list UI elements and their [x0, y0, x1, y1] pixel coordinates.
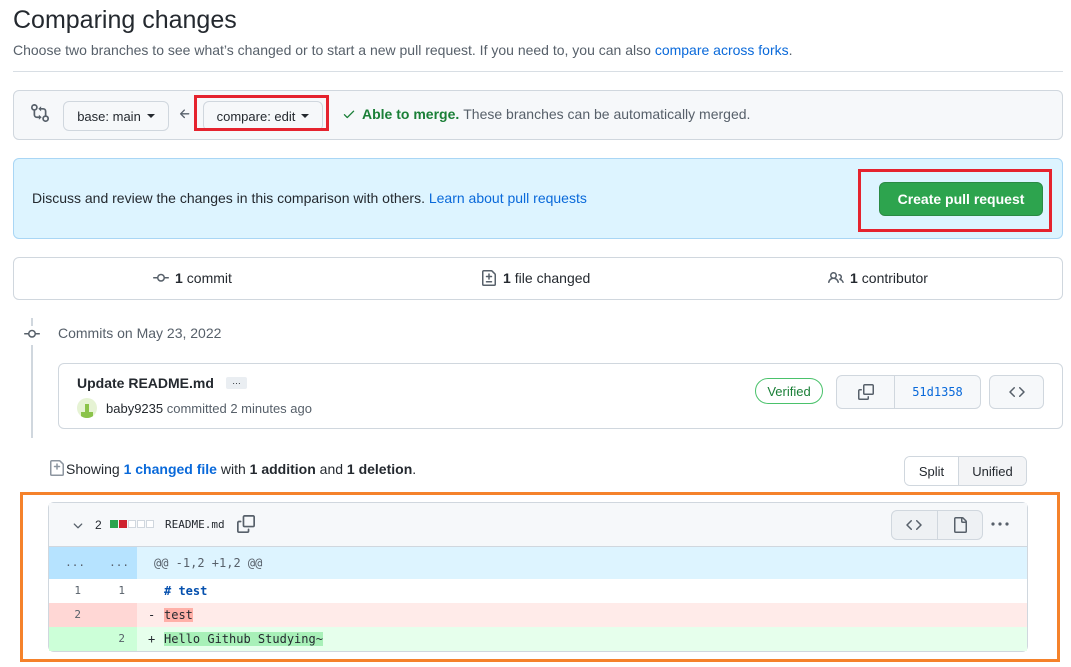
contributors-count: 1 — [850, 270, 858, 286]
page-subtitle: Choose two branches to see what’s change… — [13, 42, 793, 58]
commits-date-heading: Commits on May 23, 2022 — [58, 325, 222, 341]
caret-down-icon — [146, 114, 155, 118]
commit-title-link[interactable]: Update README.md — [77, 375, 214, 391]
learn-about-pull-requests-link[interactable]: Learn about pull requests — [429, 190, 587, 206]
merge-description: These branches can be automatically merg… — [463, 106, 751, 122]
commit-time: committed 2 minutes ago — [166, 401, 312, 416]
compare-across-forks-link[interactable]: compare across forks — [655, 42, 789, 58]
page-title: Comparing changes — [13, 6, 237, 34]
people-icon — [828, 271, 844, 284]
showing-with: with — [216, 461, 250, 477]
showing-and: and — [315, 461, 347, 477]
browse-repository-button[interactable] — [989, 375, 1044, 409]
arrow-left-icon — [178, 107, 192, 124]
avatar[interactable] — [77, 398, 97, 418]
split-view-button[interactable]: Split — [905, 457, 959, 485]
copy-sha-button[interactable] — [837, 376, 895, 408]
git-commit-icon — [24, 326, 40, 345]
header-divider — [13, 71, 1063, 72]
file-diff-icon — [482, 270, 496, 286]
commit-sha-group: 51d1358 — [836, 375, 981, 409]
deletions-count: 1 deletion — [346, 461, 413, 477]
diff-view-toggle: Split Unified — [904, 456, 1027, 486]
summary-contributors-tab[interactable]: 1 contributor — [828, 270, 928, 286]
merge-ok-label: Able to merge. — [362, 106, 460, 122]
subtitle-period: . — [788, 42, 793, 58]
git-commit-icon — [153, 273, 169, 282]
contributors-label: contributor — [861, 270, 928, 286]
create-pr-highlight-box — [858, 169, 1052, 232]
showing-prefix: Showing — [66, 461, 124, 477]
commit-author-link[interactable]: baby9235 — [106, 401, 163, 416]
copy-icon — [857, 384, 874, 400]
compare-highlight-box — [194, 95, 329, 131]
showing-suffix: . — [412, 461, 417, 477]
subtitle-text: Choose two branches to see what’s change… — [13, 42, 655, 58]
commits-label: commit — [186, 270, 232, 286]
commit-meta: baby9235 committed 2 minutes ago — [106, 401, 312, 416]
commit-sha-link[interactable]: 51d1358 — [895, 376, 980, 408]
merge-status: Able to merge. These branches can be aut… — [342, 106, 750, 122]
file-diff-highlight-box — [20, 492, 1060, 662]
banner-text: Discuss and review the changes in this c… — [32, 190, 587, 206]
unified-view-button[interactable]: Unified — [959, 457, 1026, 485]
files-label: file changed — [514, 270, 591, 286]
base-branch-label: base: main — [77, 108, 141, 124]
commits-count: 1 — [175, 270, 183, 286]
summary-commits-tab[interactable]: 1 commit — [153, 270, 232, 286]
base-branch-select[interactable]: base: main — [63, 101, 169, 131]
summary-files-tab[interactable]: 1 file changed — [481, 270, 590, 286]
git-compare-icon — [30, 103, 50, 125]
files-count: 1 — [503, 270, 511, 286]
verified-badge[interactable]: Verified — [755, 378, 823, 404]
banner-message: Discuss and review the changes in this c… — [32, 190, 429, 206]
commit-expand-button[interactable]: … — [226, 377, 247, 389]
file-diff-icon — [49, 460, 65, 479]
additions-count: 1 addition — [249, 461, 316, 477]
code-icon — [1008, 386, 1025, 398]
diff-summary-text: Showing 1 changed file with 1 addition a… — [66, 461, 416, 477]
changed-files-link[interactable]: 1 changed file — [124, 461, 217, 477]
check-icon — [342, 107, 356, 121]
